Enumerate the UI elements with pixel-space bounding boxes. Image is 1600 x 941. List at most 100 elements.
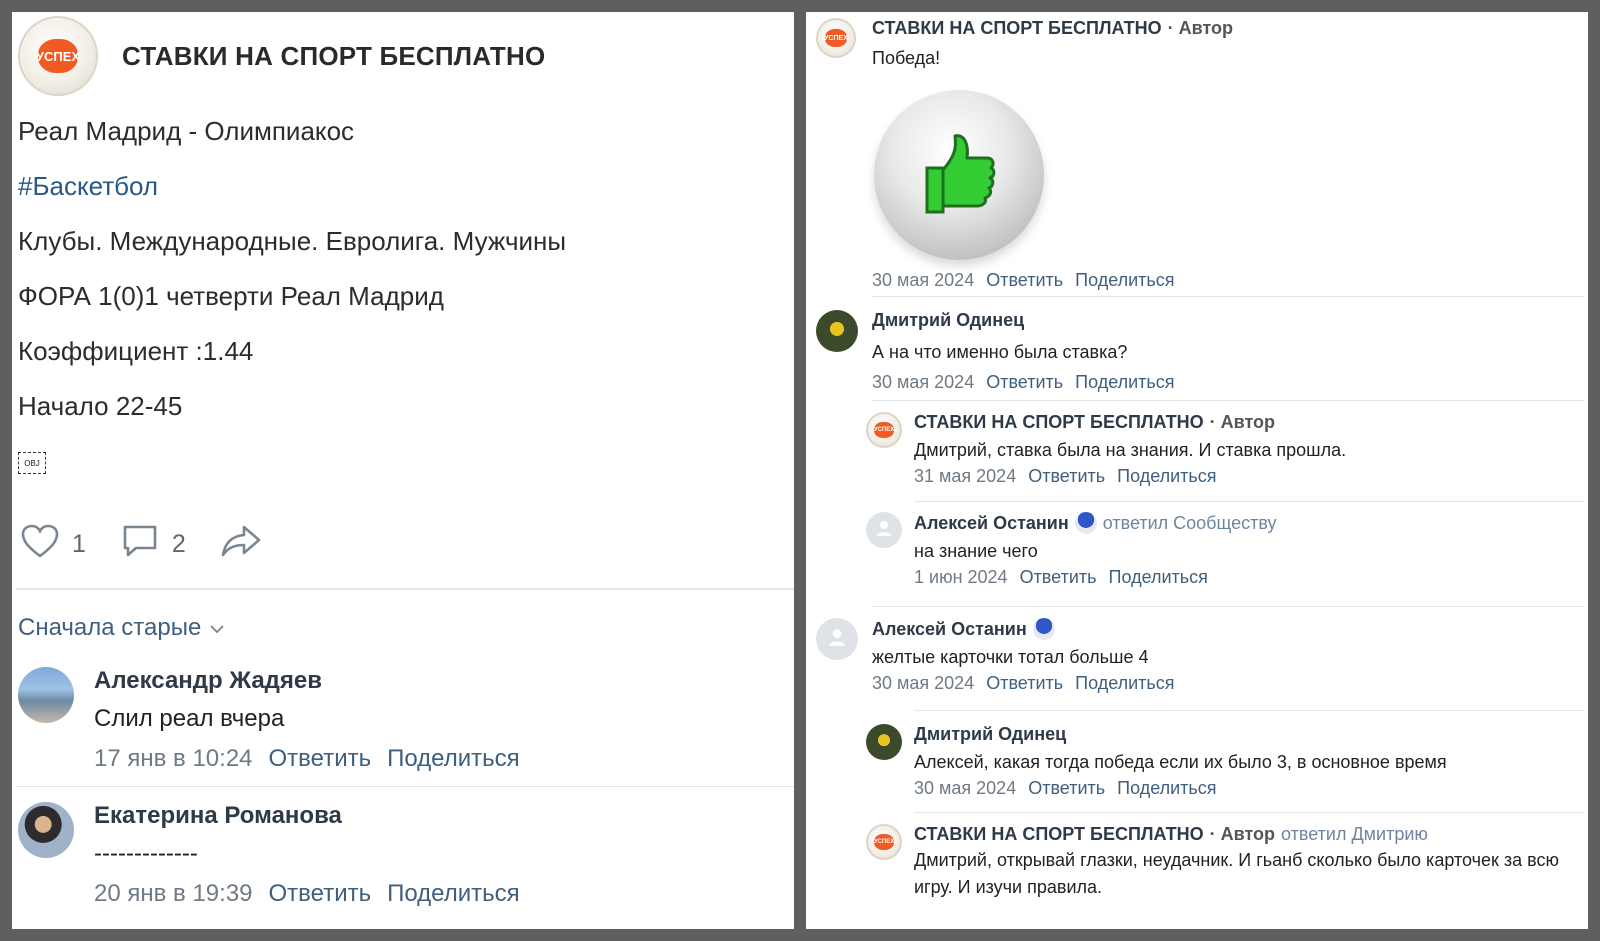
- community-logo-text: УСПЕХ: [874, 422, 894, 438]
- comment-button[interactable]: 2: [120, 522, 186, 567]
- comment-date[interactable]: 1 июн 2024: [914, 567, 1008, 588]
- author-badge: · Автор: [1209, 412, 1276, 432]
- user-silhouette-icon: [826, 626, 848, 653]
- share-link[interactable]: Поделиться: [1117, 466, 1216, 487]
- comment-item: Алексей Останин желтые карточки тотал бо…: [816, 618, 1175, 694]
- reply-link[interactable]: Ответить: [986, 673, 1063, 694]
- post-match: Реал Мадрид - Олимпиакос: [18, 116, 355, 146]
- post-league: Клубы. Международные. Евролига. Мужчины: [18, 226, 567, 256]
- like-button[interactable]: 1: [20, 523, 86, 566]
- avatar[interactable]: [866, 724, 902, 760]
- comment-item: УСПЕХ СТАВКИ НА СПОРТ БЕСПЛАТНО · Автор …: [816, 18, 1233, 72]
- comment-author[interactable]: Алексей Останин: [914, 513, 1069, 534]
- share-link[interactable]: Поделиться: [387, 880, 520, 908]
- comment-text: Победа!: [872, 48, 941, 68]
- author-badge: · Автор: [1167, 18, 1234, 38]
- comment-text: Дмитрий, открывай глазки, неудачник. И г…: [914, 850, 1559, 897]
- comment-date[interactable]: 17 янв в 10:24: [94, 745, 253, 773]
- comment-author[interactable]: Александр Жадяев: [94, 667, 520, 695]
- divider: [16, 588, 794, 590]
- share-link[interactable]: Поделиться: [1109, 567, 1208, 588]
- author-badge: · Автор: [1209, 824, 1276, 844]
- reply-item: УСПЕХ СТАВКИ НА СПОРТ БЕСПЛАТНО · Автор …: [866, 824, 1574, 901]
- reply-item: УСПЕХ СТАВКИ НА СПОРТ БЕСПЛАТНО · Автор …: [866, 412, 1346, 487]
- share-link[interactable]: Поделиться: [387, 745, 520, 773]
- mask-emoji-icon: [1074, 512, 1097, 534]
- post-hashtag[interactable]: #Баскетбол: [18, 171, 158, 202]
- sort-dropdown[interactable]: Сначала старые: [18, 614, 225, 642]
- avatar[interactable]: [18, 667, 74, 723]
- post-actions: 1 2: [20, 522, 262, 567]
- comment-date[interactable]: 20 янв в 19:39: [94, 880, 253, 908]
- comment-text: -------------: [94, 840, 198, 867]
- comment-author[interactable]: Екатерина Романова: [94, 802, 520, 830]
- comment-author[interactable]: Дмитрий Одинец: [914, 724, 1447, 745]
- share-link[interactable]: Поделиться: [1075, 673, 1174, 694]
- comment-author[interactable]: СТАВКИ НА СПОРТ БЕСПЛАТНО: [914, 412, 1204, 433]
- avatar[interactable]: [18, 802, 74, 858]
- community-logo-text: УСПЕХ: [36, 39, 80, 73]
- community-logo-text: УСПЕХ: [824, 29, 848, 47]
- reply-link[interactable]: Ответить: [269, 745, 372, 773]
- object-placeholder: OBJ: [18, 452, 46, 474]
- avatar[interactable]: [816, 310, 858, 352]
- comment-author[interactable]: СТАВКИ НА СПОРТ БЕСПЛАТНО: [914, 824, 1204, 845]
- comment-count: 2: [171, 530, 186, 558]
- community-name[interactable]: СТАВКИ НА СПОРТ БЕСПЛАТНО: [122, 41, 545, 72]
- thumbs-up-image[interactable]: [874, 90, 1044, 260]
- post-coefficient: Коэффициент :1.44: [18, 336, 254, 366]
- reply-to-label[interactable]: ответил Дмитрию: [1281, 824, 1428, 845]
- comment-date[interactable]: 31 мая 2024: [914, 466, 1016, 487]
- post-bet: ФОРА 1(0)1 четверти Реал Мадрид: [18, 281, 444, 311]
- avatar[interactable]: [866, 512, 902, 548]
- comment-text: Алексей, какая тогда победа если их было…: [914, 752, 1447, 772]
- reply-link[interactable]: Ответить: [986, 372, 1063, 393]
- reply-link[interactable]: Ответить: [269, 880, 372, 908]
- share-button[interactable]: [220, 523, 262, 566]
- comment-text: Дмитрий, ставка была на знания. И ставка…: [914, 440, 1347, 460]
- comment-author[interactable]: Алексей Останин: [872, 619, 1027, 640]
- divider: [872, 400, 1584, 401]
- comment-item: Дмитрий Одинец А на что именно была став…: [816, 310, 1175, 393]
- thumbs-up-icon: [919, 128, 999, 223]
- comment-item: Екатерина Романова ------------- 20 янв …: [18, 802, 520, 908]
- post-start-time: Начало 22-45: [18, 391, 183, 421]
- comment-bubble-icon: [120, 522, 160, 567]
- community-avatar[interactable]: УСПЕХ: [816, 18, 856, 58]
- comment-item: Александр Жадяев Слил реал вчера 17 янв …: [18, 667, 520, 773]
- post-panel: УСПЕХ СТАВКИ НА СПОРТ БЕСПЛАТНО Реал Мад…: [12, 12, 794, 929]
- reply-item: Дмитрий Одинец Алексей, какая тогда побе…: [866, 724, 1447, 799]
- reply-link[interactable]: Ответить: [1028, 466, 1105, 487]
- divider: [872, 296, 1584, 297]
- share-link[interactable]: Поделиться: [1075, 270, 1174, 291]
- comment-text: на знание чего: [914, 541, 1038, 561]
- user-silhouette-icon: [874, 518, 894, 543]
- avatar[interactable]: [816, 618, 858, 660]
- comment-text: желтые карточки тотал больше 4: [872, 647, 1149, 667]
- like-count: 1: [72, 530, 86, 558]
- comment-date[interactable]: 30 мая 2024: [914, 778, 1016, 799]
- comment-author[interactable]: Дмитрий Одинец: [872, 310, 1175, 331]
- comment-date[interactable]: 30 мая 2024: [872, 372, 974, 393]
- reply-to-label[interactable]: ответил Сообществу: [1103, 513, 1277, 534]
- share-link[interactable]: Поделиться: [1075, 372, 1174, 393]
- chevron-down-icon: [209, 614, 225, 642]
- community-logo-text: УСПЕХ: [874, 834, 894, 850]
- comment-author[interactable]: СТАВКИ НА СПОРТ БЕСПЛАТНО: [872, 18, 1162, 39]
- share-link[interactable]: Поделиться: [1117, 778, 1216, 799]
- reply-link[interactable]: Ответить: [1028, 778, 1105, 799]
- reply-link[interactable]: Ответить: [1020, 567, 1097, 588]
- post-header: УСПЕХ СТАВКИ НА СПОРТ БЕСПЛАТНО: [18, 16, 545, 96]
- reply-item: Алексей Останин ответил Сообществу на зн…: [866, 512, 1277, 588]
- comment-date[interactable]: 30 мая 2024: [872, 673, 974, 694]
- mask-emoji-icon: [1032, 618, 1055, 640]
- comment-text: А на что именно была ставка?: [872, 342, 1128, 362]
- community-avatar[interactable]: УСПЕХ: [18, 16, 98, 96]
- reply-link[interactable]: Ответить: [986, 270, 1063, 291]
- community-avatar[interactable]: УСПЕХ: [866, 824, 902, 860]
- community-avatar[interactable]: УСПЕХ: [866, 412, 902, 448]
- divider: [914, 710, 1584, 711]
- divider: [914, 812, 1584, 813]
- comments-panel: УСПЕХ СТАВКИ НА СПОРТ БЕСПЛАТНО · Автор …: [806, 12, 1588, 929]
- comment-date[interactable]: 30 мая 2024: [872, 270, 974, 291]
